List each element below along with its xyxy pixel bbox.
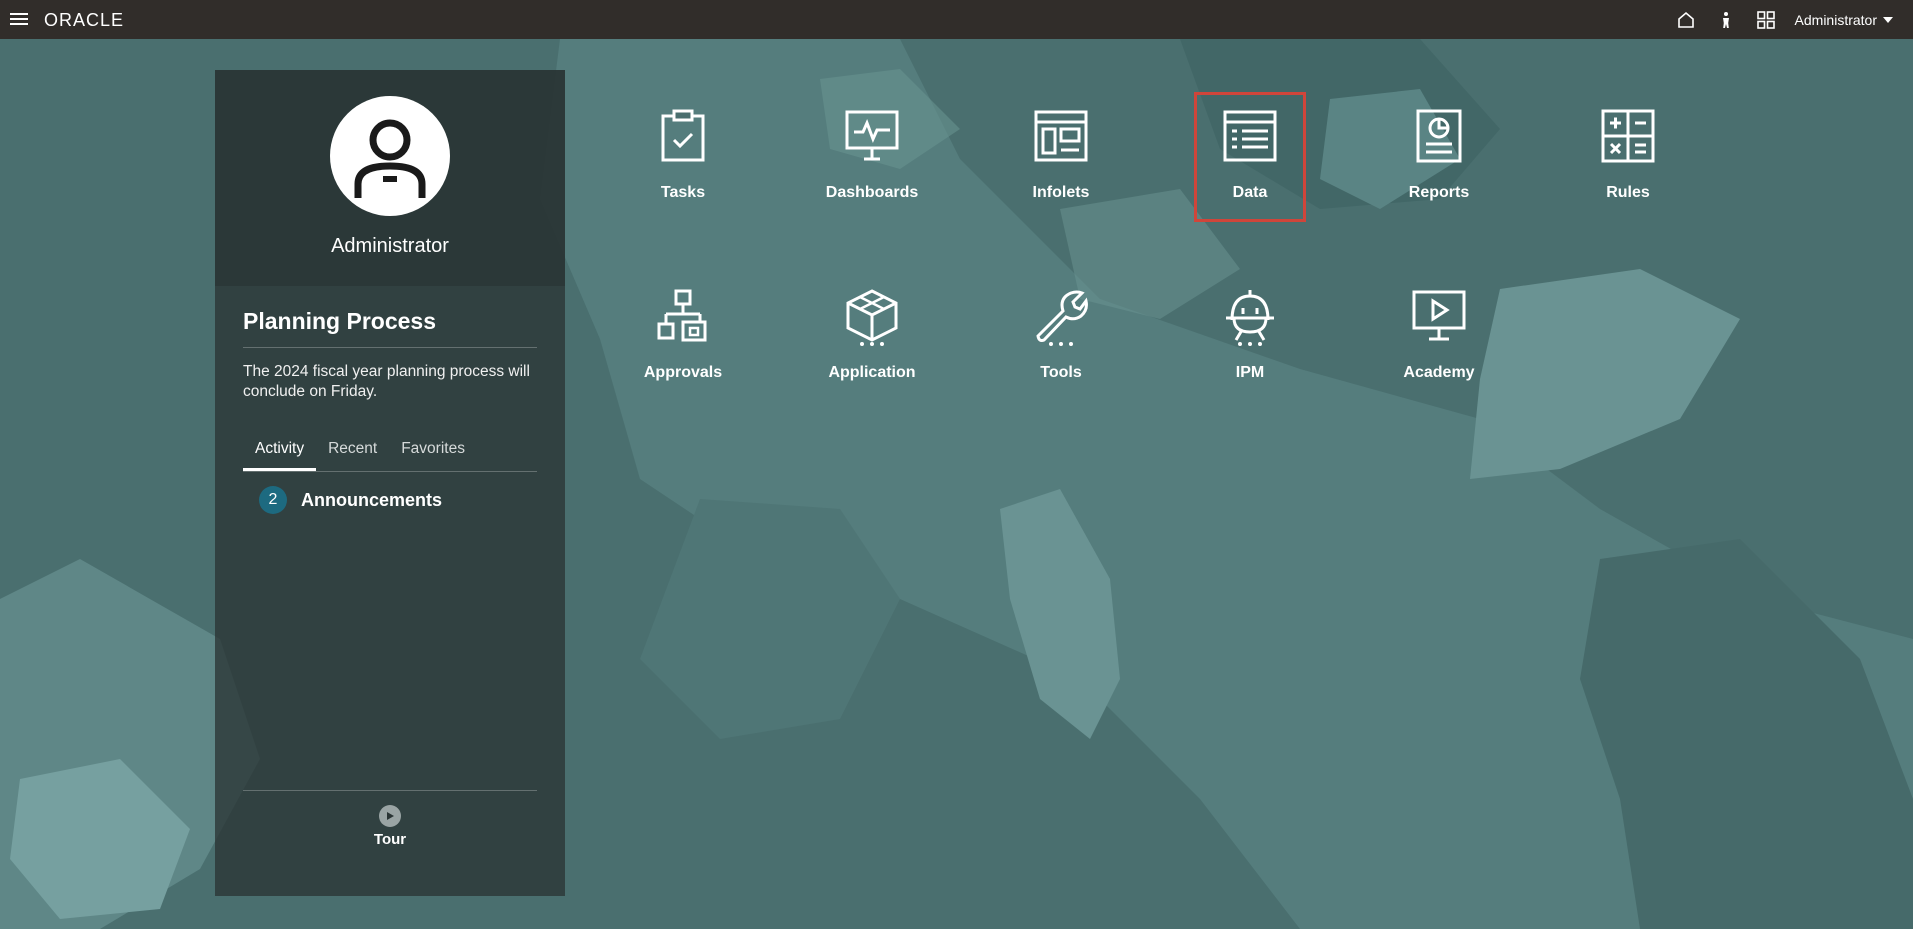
clipboard-check-icon — [661, 109, 705, 162]
more-indicator — [1049, 342, 1073, 346]
tile-label: Infolets — [1032, 184, 1090, 201]
tab-recent[interactable]: Recent — [316, 432, 389, 471]
top-bar: ORACLE Administrator — [0, 0, 1913, 39]
tile-tasks[interactable]: Tasks — [627, 92, 739, 222]
panel-body: Planning Process The 2024 fiscal year pl… — [215, 308, 565, 514]
tile-label: Application — [828, 364, 916, 381]
tile-ipm[interactable]: IPM — [1194, 272, 1306, 402]
tile-label: Tasks — [660, 184, 706, 201]
announcements-item[interactable]: 2 Announcements — [259, 486, 537, 514]
hierarchy-icon — [657, 289, 707, 342]
tile-label: Tools — [1040, 364, 1082, 381]
announcements-count-badge: 2 — [259, 486, 287, 514]
play-icon — [379, 805, 401, 827]
process-title: Planning Process — [243, 308, 537, 348]
accessibility-icon[interactable] — [1715, 9, 1737, 31]
tile-application[interactable]: Application — [816, 272, 928, 402]
tile-label: Approvals — [643, 364, 723, 381]
tile-tools[interactable]: Tools — [1005, 272, 1117, 402]
home-icon[interactable] — [1675, 9, 1697, 31]
oracle-logo: ORACLE — [44, 10, 125, 30]
tile-reports[interactable]: Reports — [1383, 92, 1495, 222]
more-indicator — [860, 342, 884, 346]
navigator-icon[interactable] — [1755, 9, 1777, 31]
tile-label: Reports — [1408, 184, 1470, 201]
user-icon — [354, 119, 426, 198]
user-menu-label: Administrator — [1794, 11, 1877, 28]
tab-activity[interactable]: Activity — [243, 432, 317, 471]
tile-dashboards[interactable]: Dashboards — [816, 92, 928, 222]
menu-icon[interactable] — [10, 10, 28, 28]
tile-approvals[interactable]: Approvals — [627, 272, 739, 402]
wrench-icon — [1036, 290, 1088, 342]
monitor-chart-icon — [845, 110, 899, 161]
cube-icon — [846, 289, 898, 342]
user-menu[interactable]: Administrator — [1795, 12, 1893, 28]
data-grid-icon — [1223, 110, 1277, 162]
tile-label: Dashboards — [825, 184, 919, 201]
tile-infolets[interactable]: Infolets — [1005, 92, 1117, 222]
tile-label: Data — [1232, 184, 1268, 201]
activity-tabs: Activity Recent Favorites — [243, 432, 537, 472]
report-icon — [1416, 109, 1462, 163]
user-header: Administrator — [215, 70, 565, 286]
welcome-panel: Administrator Planning Process The 2024 … — [215, 70, 565, 896]
top-bar-actions: Administrator — [1675, 0, 1893, 39]
more-indicator — [1238, 342, 1262, 346]
video-monitor-icon — [1412, 290, 1466, 341]
tour-label: Tour — [373, 831, 407, 848]
tour-button[interactable]: Tour — [243, 790, 537, 874]
calculator-icon — [1601, 109, 1655, 163]
robot-icon — [1226, 290, 1274, 341]
tile-rules[interactable]: Rules — [1572, 92, 1684, 222]
avatar — [330, 96, 450, 216]
infolet-icon — [1034, 110, 1088, 162]
tab-favorites[interactable]: Favorites — [389, 432, 477, 471]
tile-label: Rules — [1606, 184, 1650, 201]
tile-label: IPM — [1235, 364, 1265, 381]
tile-academy[interactable]: Academy — [1383, 272, 1495, 402]
tile-label: Academy — [1403, 364, 1475, 381]
tile-data[interactable]: Data — [1194, 92, 1306, 222]
chevron-down-icon — [1883, 16, 1893, 23]
announcements-label: Announcements — [301, 489, 443, 510]
user-name: Administrator — [331, 235, 449, 257]
process-message: The 2024 fiscal year planning process wi… — [243, 363, 530, 400]
